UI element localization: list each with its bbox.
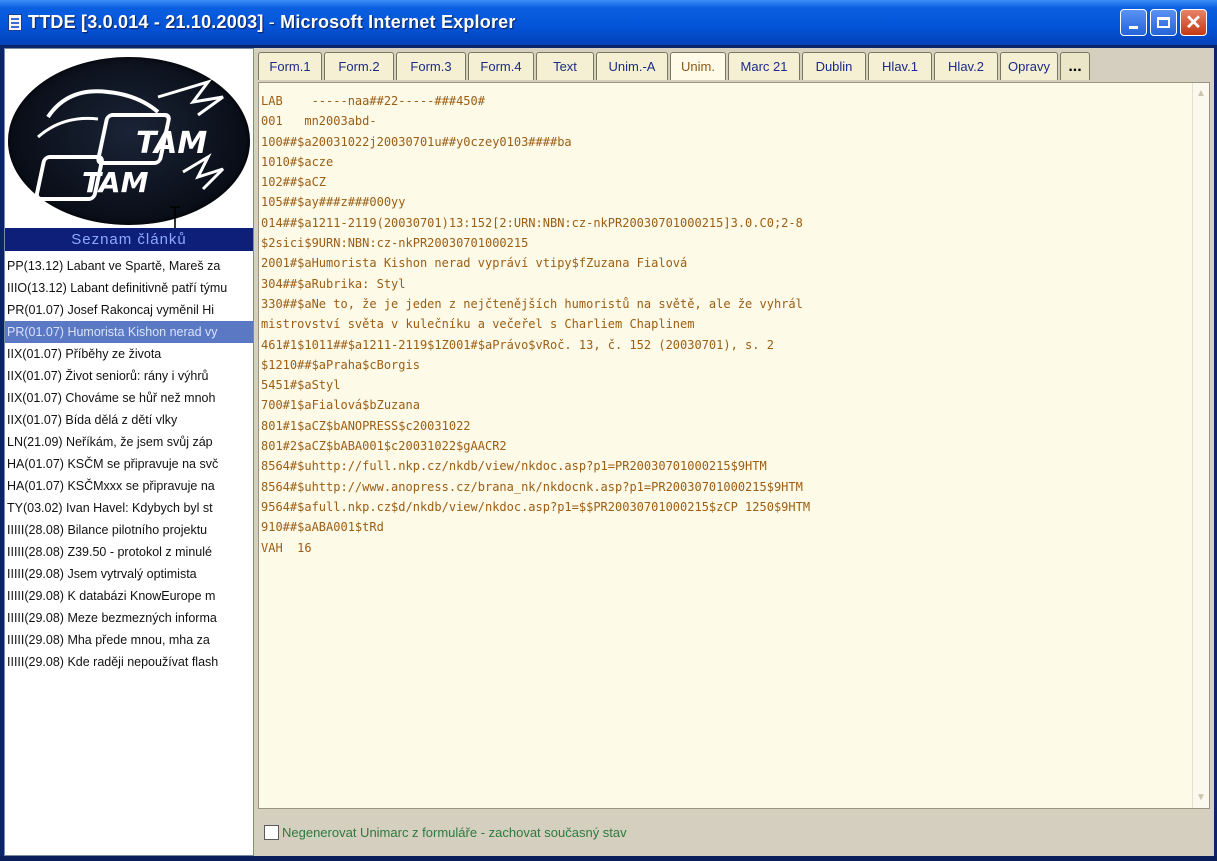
window-title-separator: - (263, 12, 281, 32)
marc-line: 001 mn2003abd- (261, 114, 377, 129)
marc-line: 330##$aNe to, že je jeden z nejčtenějšíc… (261, 296, 803, 311)
tab-hlav-2[interactable]: Hlav.2 (934, 52, 998, 80)
marc-line: $1210##$aPraha$cBorgis (261, 357, 420, 372)
marc-line: 700#1$aFialová$bZuzana (261, 398, 420, 413)
article-list-item[interactable]: IIIII(29.08) Mha přede mnou, mha za (5, 629, 253, 651)
marc-line: 8564#$uhttp://full.nkp.cz/nkdb/view/nkdo… (261, 459, 767, 474)
article-list-item[interactable]: IIIII(29.08) Meze bezmezných informa (5, 607, 253, 629)
tab-unim-a[interactable]: Unim.-A (596, 52, 668, 80)
format-tabs: Form.1 Form.2 Form.3 Form.4 Text Unim.-A Unim.… (258, 52, 1090, 80)
svg-text:TAM: TAM (82, 166, 149, 199)
status-strip (0, 856, 1217, 861)
close-icon: ✕ (1185, 11, 1202, 34)
maximize-icon (1157, 17, 1170, 28)
article-list-item[interactable]: TY(03.02) Ivan Havel: Kdybych byl st (5, 497, 253, 519)
tab-unim[interactable]: Unim. (670, 52, 726, 80)
marc-line: 5451#$aStyl (261, 378, 341, 393)
marc-line: 2001#$aHumorista Kishon nerad vypráví vt… (261, 256, 688, 271)
marc-line: 461#1$1011##$a1211-2119$1Z001#$aPrávo$vR… (261, 337, 774, 352)
tab-form-4[interactable]: Form.4 (468, 52, 534, 80)
article-list-item[interactable]: IIX(01.07) Chováme se hůř než mnoh (5, 387, 253, 409)
article-list-item[interactable]: IIIII(29.08) Kde raději nepoužívat flash (5, 651, 253, 673)
tab-hlav-1[interactable]: Hlav.1 (868, 52, 932, 80)
tab-text[interactable]: Text (536, 52, 594, 80)
svg-text:TAM: TAM (136, 126, 207, 161)
article-list-item[interactable]: PR(01.07) Josef Rakoncaj vyměnil Hi (5, 299, 253, 321)
article-list-item[interactable]: IIIII(28.08) Z39.50 - protokol z minulé (5, 541, 253, 563)
marc-line: 102##$aCZ (261, 175, 327, 190)
tab-dublin[interactable]: Dublin (802, 52, 866, 80)
window-titlebar[interactable]: TTDE [3.0.014 - 21.10.2003] - Microsoft … (0, 0, 1217, 45)
article-list-item[interactable]: HA(01.07) KSČM se připravuje na svč (5, 453, 253, 475)
article-list-item[interactable]: IIIII(29.08) K databázi KnowEurope m (5, 585, 253, 607)
tab-form-1[interactable]: Form.1 (258, 52, 322, 80)
marc-line: 304##$aRubrika: Styl (261, 276, 406, 291)
ie-page-icon (8, 14, 22, 31)
marc-line: 801#2$aCZ$bABA001$c20031022$gAACR2 (261, 439, 507, 454)
marc-line: LAB -----naa##22-----###450# (261, 94, 485, 108)
marc-line: 1010#$acze (261, 154, 334, 169)
marc-line: 910##$aABA001$tRd (261, 520, 384, 535)
marc-line: 105##$ay###z###000yy (261, 195, 406, 210)
close-button[interactable]: ✕ (1180, 9, 1207, 36)
editor-scrollbar[interactable]: ▲ ▼ (1192, 83, 1209, 808)
tab-marc-21[interactable]: Marc 21 (728, 52, 800, 80)
no-regenerate-label[interactable]: Negenerovat Unimarc z formuláře - zachov… (282, 825, 627, 840)
marc-line: 8564#$uhttp://www.anopress.cz/brana_nk/n… (261, 479, 803, 494)
maximize-button[interactable] (1150, 9, 1177, 36)
scroll-down-icon[interactable]: ▼ (1194, 789, 1208, 806)
marc-line: VAH 16 (261, 540, 312, 555)
unimarc-record-text[interactable]: LAB -----naa##22-----###450# 001 mn2003ab… (261, 91, 1181, 558)
logo-area: TAM TAM (5, 49, 253, 236)
tab-opravy[interactable]: Opravy (1000, 52, 1058, 80)
article-list-item[interactable]: IIIII(29.08) Jsem vytrvalý optimista (5, 563, 253, 585)
article-list-item[interactable]: IIIO(13.12) Labant definitivně patří tým… (5, 277, 253, 299)
window-title-browser: Microsoft Internet Explorer (280, 12, 516, 32)
window-controls: ✕ (1120, 9, 1207, 36)
article-sidebar: TAM TAM Seznam článků PP(13.12) Labant v… (4, 48, 254, 856)
article-list-item[interactable]: PR(01.07) Humorista Kishon nerad vy (5, 321, 253, 343)
article-list-item[interactable]: IIX(01.07) Bída dělá z dětí vlky (5, 409, 253, 431)
tab-more[interactable]: ... (1060, 52, 1090, 80)
article-list-item[interactable]: IIX(01.07) Příběhy ze života (5, 343, 253, 365)
article-list-item[interactable]: HA(01.07) KSČMxxx se připravuje na (5, 475, 253, 497)
marc-line: 100##$a20031022j20030701u##y0czey0103###… (261, 134, 572, 149)
article-list-header: Seznam článků (5, 228, 253, 251)
article-list-item[interactable]: LN(21.09) Neříkám, že jsem svůj záp (5, 431, 253, 453)
record-pane: Form.1 Form.2 Form.3 Form.4 Text Unim.-A Unim.… (254, 48, 1214, 856)
article-list-item[interactable]: IIIII(28.08) Bilance pilotního projektu (5, 519, 253, 541)
window-title: TTDE [3.0.014 - 21.10.2003] - Microsoft … (28, 12, 516, 33)
marc-line: mistrovství světa v kulečníku a večeřel … (261, 317, 695, 332)
tam-tam-logo: TAM TAM (34, 79, 225, 201)
marc-line: 9564#$afull.nkp.cz$d/nkdb/view/nkdoc.asp… (261, 499, 811, 514)
minimize-button[interactable] (1120, 9, 1147, 36)
marc-line: $2sici$9URN:NBN:cz-nkPR20030701000215 (261, 236, 529, 251)
marc-line: 014##$a1211-2119(20030701)13:152[2:URN:N… (261, 215, 803, 230)
article-list-item[interactable]: PP(13.12) Labant ve Spartě, Mareš za (5, 255, 253, 277)
unimarc-editor[interactable]: LAB -----naa##22-----###450# 001 mn2003ab… (258, 82, 1210, 809)
scroll-up-icon[interactable]: ▲ (1194, 85, 1208, 102)
tab-form-3[interactable]: Form.3 (396, 52, 466, 80)
article-list[interactable]: PP(13.12) Labant ve Spartě, Mareš za IIIO… (5, 255, 253, 673)
minimize-icon (1129, 26, 1138, 29)
editor-footer: Negenerovat Unimarc z formuláře - zachov… (258, 812, 1210, 852)
no-regenerate-checkbox[interactable] (264, 824, 279, 840)
window-title-app: TTDE [3.0.014 - 21.10.2003] (28, 12, 264, 32)
marc-line: 801#1$aCZ$bANOPRESS$c20031022 (261, 418, 471, 433)
tab-form-2[interactable]: Form.2 (324, 52, 394, 80)
article-list-item[interactable]: IIX(01.07) Život seniorů: rány i výhrů (5, 365, 253, 387)
